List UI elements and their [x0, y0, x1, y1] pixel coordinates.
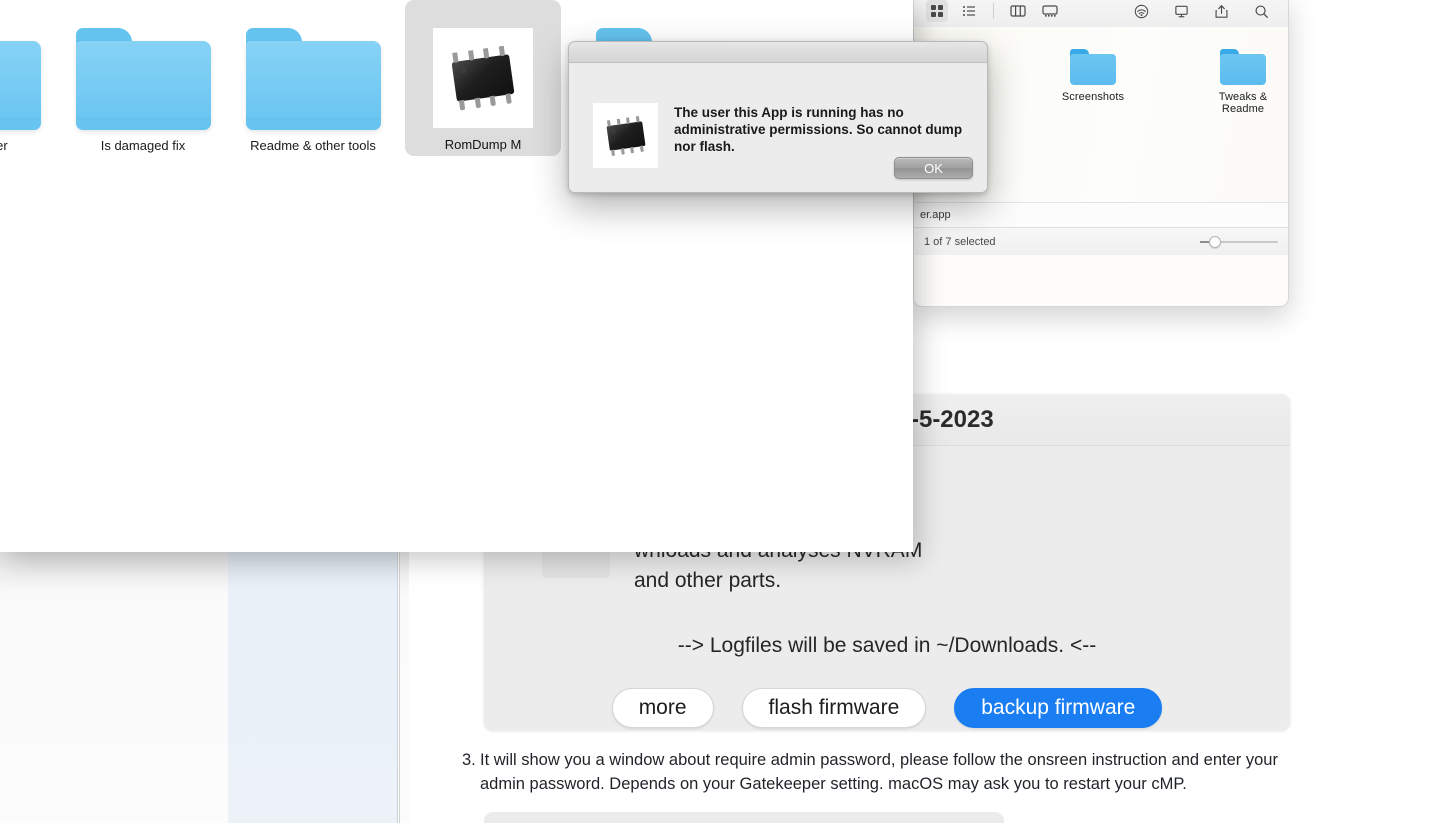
finder-item-label: Screenshots: [1061, 91, 1125, 103]
desktop-item-readme-other-tools[interactable]: Readme & other tools: [228, 28, 398, 154]
icon-size-slider[interactable]: [1200, 235, 1278, 248]
column-view-icon[interactable]: [1007, 0, 1029, 22]
doc-step-text: It will show you a window about require …: [480, 751, 1278, 793]
finder-status-bar: 1 of 7 selected: [914, 227, 1288, 255]
chip-icon: [593, 103, 658, 168]
screen-share-icon[interactable]: [1170, 0, 1192, 22]
folder-icon: [75, 28, 211, 130]
doc-step-3: 3. It will show you a window about requi…: [462, 748, 1292, 796]
screen-root: Screenshots Tweaks & Readme er.app 1 of …: [0, 0, 1429, 823]
chip-glyph: [605, 115, 646, 156]
ok-button[interactable]: OK: [894, 157, 973, 179]
chip-glyph: [451, 45, 515, 111]
desktop-item-label: Is damaged fix: [100, 138, 186, 153]
doc-next-screenshot: [484, 812, 1004, 823]
backup-firmware-button[interactable]: backup firmware: [954, 688, 1163, 728]
more-button[interactable]: more: [611, 688, 714, 728]
folder-icon: [0, 28, 41, 130]
icon-view-icon[interactable]: [926, 0, 948, 22]
toolbar-divider: [993, 3, 994, 19]
finder-item-screenshots[interactable]: Screenshots: [1048, 49, 1138, 115]
finder-item-label: Tweaks & Readme: [1218, 91, 1268, 115]
desktop-item-romdump[interactable]: RomDump M: [398, 0, 568, 156]
finder-toolbar[interactable]: [914, 0, 1288, 27]
app-window-note: --> Logfiles will be saved in ~/Download…: [677, 634, 1097, 657]
desktop-item-label: RomDump M: [439, 136, 527, 153]
path-bar-text: er.app: [920, 209, 951, 221]
finder-path-bar[interactable]: er.app: [914, 202, 1288, 227]
app-window-buttons: more flash firmware backup firmware: [484, 688, 1290, 728]
list-view-icon[interactable]: [958, 0, 980, 22]
flash-firmware-button[interactable]: flash firmware: [741, 688, 927, 728]
gallery-view-icon[interactable]: [1039, 0, 1061, 22]
doc-sidebar-panel[interactable]: [228, 552, 398, 823]
finder-item-tweaks-readme[interactable]: Tweaks & Readme: [1198, 49, 1288, 115]
folder-icon: [1070, 49, 1116, 85]
chip-icon: [433, 28, 533, 128]
desktop-item-is-damaged-fix[interactable]: Is damaged fix: [58, 28, 228, 154]
alert-content: The user this App is running has no admi…: [569, 63, 987, 192]
slider-knob[interactable]: [1209, 235, 1221, 248]
desktop-item-label: Readme & other tools: [250, 138, 376, 153]
desktop-item-label: Downloader: [0, 138, 8, 153]
app-desc-line-3: and other parts.: [634, 569, 782, 592]
search-icon[interactable]: [1250, 0, 1272, 22]
folder-icon: [1220, 49, 1266, 85]
alert-message: The user this App is running has no admi…: [674, 105, 963, 154]
folder-icon: [245, 28, 381, 130]
permission-alert-dialog[interactable]: The user this App is running has no admi…: [568, 41, 988, 193]
share-icon[interactable]: [1210, 0, 1232, 22]
alert-title-bar[interactable]: [569, 42, 987, 63]
airdrop-icon[interactable]: [1130, 0, 1152, 22]
doc-step-number: 3.: [462, 751, 476, 769]
status-text: 1 of 7 selected: [924, 235, 996, 248]
doc-left-margin: [0, 552, 228, 823]
desktop-item-downloader[interactable]: Downloader: [0, 28, 58, 154]
doc-gutter: [399, 552, 409, 823]
